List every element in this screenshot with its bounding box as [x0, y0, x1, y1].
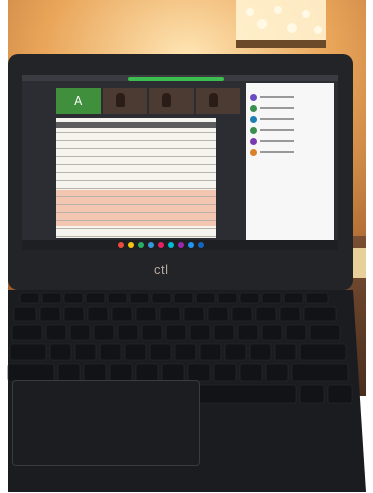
video-tile-person	[195, 88, 240, 114]
video-tile-person	[102, 88, 147, 114]
taskbar-app-icon[interactable]	[148, 242, 154, 248]
taskbar-app-icon[interactable]	[178, 242, 184, 248]
document-grid-line	[56, 164, 216, 165]
taskbar-app-icon[interactable]	[188, 242, 194, 248]
crystal-lamp	[236, 0, 326, 48]
laptop-screen: A	[22, 75, 338, 250]
touchpad	[12, 380, 200, 466]
document-grid-line	[56, 236, 216, 237]
participant-name-blur	[260, 107, 294, 109]
video-tile-initial: A	[56, 88, 101, 114]
video-tiles: A	[56, 88, 240, 114]
participant-avatar	[250, 126, 257, 134]
taskbar-app-icon[interactable]	[128, 242, 134, 248]
participant-name-blur	[260, 140, 294, 142]
document-grid-line	[56, 180, 216, 181]
video-tile-person	[149, 88, 194, 114]
participant-name-blur	[260, 118, 294, 120]
taskbar-app-icon[interactable]	[168, 242, 174, 248]
document-grid-line	[56, 220, 216, 221]
document-grid-line	[56, 148, 216, 149]
document-grid-line	[56, 156, 216, 157]
document-grid-line	[56, 228, 216, 229]
document-grid-line	[56, 204, 216, 205]
document-grid-line	[56, 132, 216, 133]
photo: A ctl	[0, 0, 373, 493]
document-grid-line	[56, 188, 216, 189]
taskbar-app-icon[interactable]	[198, 242, 204, 248]
participant-row[interactable]	[250, 137, 330, 145]
document-grid-line	[56, 212, 216, 213]
document-grid-line	[56, 172, 216, 173]
participant-row[interactable]	[250, 148, 330, 156]
participant-name-blur	[260, 129, 294, 131]
shared-document	[56, 118, 216, 238]
participant-avatar	[250, 93, 257, 101]
participant-avatar	[250, 137, 257, 145]
participant-row[interactable]	[250, 126, 330, 134]
brand-logo: ctl	[154, 262, 169, 277]
taskbar-app-icon[interactable]	[158, 242, 164, 248]
document-grid-line	[56, 140, 216, 141]
participant-avatar	[250, 115, 257, 123]
taskbar-app-icon[interactable]	[118, 242, 124, 248]
document-grid-line	[56, 196, 216, 197]
participants-panel	[246, 83, 334, 243]
taskbar-app-icon[interactable]	[138, 242, 144, 248]
screen-share-indicator	[128, 77, 224, 81]
participant-name-blur	[260, 151, 294, 153]
participant-name-blur	[260, 96, 294, 98]
participant-row[interactable]	[250, 93, 330, 101]
participant-avatar	[250, 104, 257, 112]
participant-row[interactable]	[250, 115, 330, 123]
participant-row[interactable]	[250, 104, 330, 112]
participant-avatar	[250, 148, 257, 156]
document-header-row	[56, 122, 216, 128]
